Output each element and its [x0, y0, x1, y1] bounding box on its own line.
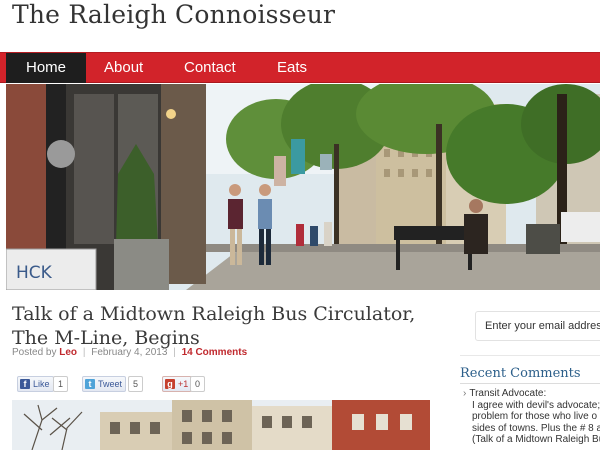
facebook-icon: f [20, 379, 30, 389]
recent-comment-post-link[interactable]: (Talk of a Midtown Raleigh Bu [463, 434, 600, 446]
bullet-icon: › [463, 388, 467, 399]
hero-image: HCK [6, 84, 600, 290]
nav-item-contact[interactable]: Contact [168, 53, 252, 83]
recent-comment-text: I agree with devil's advocate; [472, 399, 600, 411]
post-date: February 4, 2013 [91, 347, 168, 358]
post-meta: Posted by Leo | February 4, 2013 | 14 Co… [12, 347, 247, 358]
google-plus-one-button[interactable]: g +1 [162, 376, 193, 392]
posted-by-label: Posted by [12, 347, 57, 358]
recent-comments-heading: Recent Comments [460, 366, 581, 381]
sidebar-heading-underline [460, 383, 600, 384]
google-plus-icon: g [165, 379, 175, 389]
main-navigation: Home About Contact Eats [0, 52, 600, 83]
recent-comment-item[interactable]: › Transit Advocate: I agree with devil's … [463, 388, 600, 446]
site-title[interactable]: The Raleigh Connoisseur [12, 0, 335, 29]
google-plus-count: 0 [190, 376, 206, 392]
meta-separator: | [82, 347, 86, 358]
recent-comment-author-line: › Transit Advocate: [463, 388, 600, 400]
post-author-link[interactable]: Leo [59, 347, 77, 358]
facebook-like-button[interactable]: f Like [17, 376, 54, 392]
hero-sign-text: HCK [16, 263, 53, 283]
tweet-button[interactable]: t Tweet [82, 376, 127, 392]
meta-separator: | [173, 347, 176, 358]
post-title[interactable]: Talk of a Midtown Raleigh Bus Circulator… [12, 302, 432, 350]
facebook-like-count: 1 [53, 376, 69, 392]
recent-comment-text: sides of towns. Plus the # 8 a [472, 422, 600, 434]
post-comments-link[interactable]: 14 Comments [182, 347, 248, 358]
nav-item-eats[interactable]: Eats [261, 53, 323, 83]
recent-comment-text: problem for those who live o [472, 411, 598, 422]
google-plus-label: +1 [178, 379, 189, 389]
recent-comment-author[interactable]: Transit Advocate: [469, 388, 546, 399]
sidebar-divider [460, 355, 600, 356]
nav-item-about[interactable]: About [88, 53, 159, 83]
facebook-like-label: Like [33, 379, 50, 389]
nav-item-home[interactable]: Home [6, 53, 86, 83]
tweet-count: 5 [128, 376, 144, 392]
twitter-icon: t [85, 379, 95, 389]
post-image [12, 400, 430, 450]
tweet-label: Tweet [98, 379, 123, 389]
email-subscribe-input[interactable]: Enter your email address [475, 311, 600, 341]
